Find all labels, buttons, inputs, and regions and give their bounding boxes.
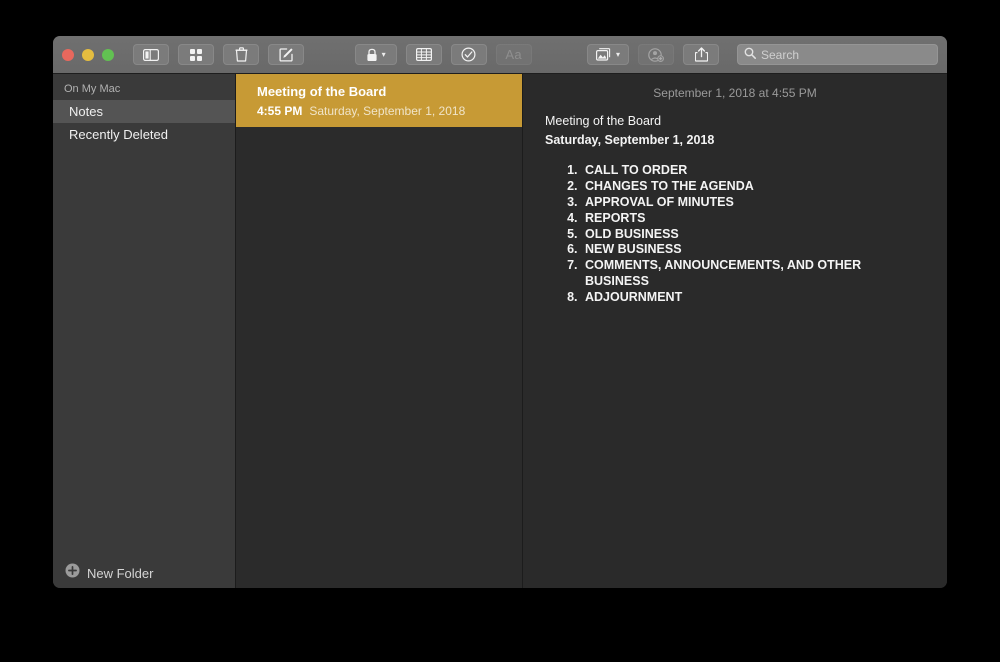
search-icon	[744, 46, 756, 64]
agenda-item: CALL TO ORDER	[581, 163, 925, 179]
sidebar-item-recently-deleted[interactable]: Recently Deleted	[53, 123, 235, 146]
notes-window: ▾	[53, 36, 947, 588]
agenda-item: NEW BUSINESS	[581, 242, 925, 258]
agenda-item: COMMENTS, ANNOUNCEMENTS, AND OTHER BUSIN…	[581, 258, 925, 290]
traffic-light-group	[62, 49, 114, 61]
media-icon	[596, 48, 612, 61]
insert-media-button[interactable]: ▾	[587, 44, 629, 65]
new-folder-button[interactable]: New Folder	[53, 558, 235, 588]
note-editor[interactable]: September 1, 2018 at 4:55 PM Meeting of …	[523, 74, 947, 588]
agenda-item: REPORTS	[581, 211, 925, 227]
compose-note-button[interactable]	[268, 44, 304, 65]
insert-table-button[interactable]	[406, 44, 442, 65]
sidebar-toggle-icon	[143, 49, 159, 61]
gallery-view-button[interactable]	[178, 44, 214, 65]
search-input[interactable]: Search	[737, 44, 938, 65]
agenda-item: APPROVAL OF MINUTES	[581, 195, 925, 211]
share-icon	[695, 47, 708, 62]
note-heading: Meeting of the Board	[545, 112, 925, 131]
toolbar-middle-group: ▾	[355, 44, 532, 65]
lock-note-button[interactable]: ▾	[355, 44, 397, 65]
folder-sidebar: On My Mac Notes Recently Deleted New Fol…	[53, 74, 235, 588]
lock-icon	[366, 48, 378, 62]
window-toolbar: ▾	[53, 36, 947, 74]
agenda-item: OLD BUSINESS	[581, 227, 925, 243]
note-list-item[interactable]: Meeting of the Board 4:55 PM Saturday, S…	[236, 74, 522, 127]
add-collaborator-button[interactable]	[638, 44, 674, 65]
chevron-down-icon: ▾	[382, 51, 386, 59]
toolbar-left-group	[133, 44, 304, 65]
minimize-window-button[interactable]	[82, 49, 94, 61]
maximize-window-button[interactable]	[102, 49, 114, 61]
note-list-item-title: Meeting of the Board	[257, 84, 508, 99]
share-button[interactable]	[683, 44, 719, 65]
sidebar-section-header: On My Mac	[53, 74, 235, 100]
note-list-item-time: 4:55 PM	[257, 104, 302, 118]
sidebar-item-label: Notes	[69, 104, 103, 119]
search-placeholder-text: Search	[761, 48, 799, 62]
plus-circle-icon	[65, 563, 80, 583]
sidebar-toggle-button[interactable]	[133, 44, 169, 65]
trash-icon	[235, 47, 248, 62]
add-person-icon	[648, 48, 664, 62]
sidebar-item-notes[interactable]: Notes	[53, 100, 235, 123]
table-icon	[416, 48, 432, 61]
compose-icon	[279, 47, 294, 62]
note-list-item-meta: 4:55 PM Saturday, September 1, 2018	[257, 104, 508, 118]
format-icon: Aa	[505, 47, 522, 62]
agenda-item: ADJOURNMENT	[581, 290, 925, 306]
sidebar-item-label: Recently Deleted	[69, 127, 168, 142]
agenda-item: CHANGES TO THE AGENDA	[581, 179, 925, 195]
window-body: On My Mac Notes Recently Deleted New Fol…	[53, 74, 947, 588]
toolbar-right-group: ▾	[587, 44, 938, 65]
note-timestamp: September 1, 2018 at 4:55 PM	[545, 86, 925, 100]
text-format-button[interactable]: Aa	[496, 44, 532, 65]
note-list-item-date: Saturday, September 1, 2018	[309, 104, 465, 118]
new-folder-label: New Folder	[87, 566, 153, 581]
checklist-icon	[461, 47, 476, 62]
delete-note-button[interactable]	[223, 44, 259, 65]
note-list-panel: Meeting of the Board 4:55 PM Saturday, S…	[235, 74, 523, 588]
chevron-down-icon: ▾	[616, 51, 620, 59]
grid-view-icon	[189, 48, 203, 62]
checklist-button[interactable]	[451, 44, 487, 65]
close-window-button[interactable]	[62, 49, 74, 61]
note-subheading: Saturday, September 1, 2018	[545, 131, 925, 150]
agenda-list: CALL TO ORDER CHANGES TO THE AGENDA APPR…	[545, 163, 925, 306]
